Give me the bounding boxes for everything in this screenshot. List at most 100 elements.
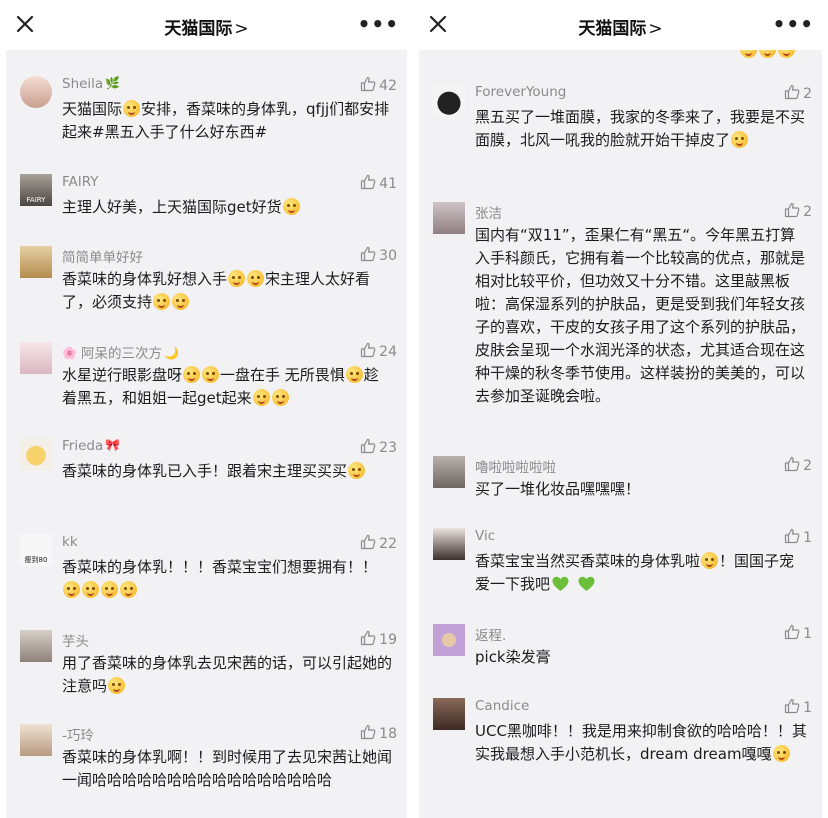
emoji-icon bbox=[120, 581, 137, 598]
left-screenshot: 天猫国际 > ••• Sheila 🌿 42 天猫国际 安排，香菜味的身体乳，qfjj… bbox=[0, 0, 413, 818]
like-count: 2 bbox=[803, 458, 812, 474]
comment-username[interactable]: 🌸 阿呆的三次方 🌙 bbox=[62, 342, 179, 362]
emoji-icon bbox=[82, 581, 99, 598]
avatar[interactable] bbox=[20, 342, 52, 374]
thumbs-up-icon bbox=[784, 456, 800, 472]
like-count: 2 bbox=[803, 204, 812, 220]
nav-bar: 天猫国际 > ••• bbox=[413, 0, 828, 50]
comment-text: pick染发膏 bbox=[475, 648, 551, 666]
chevron-right-icon: > bbox=[648, 19, 663, 39]
green-heart-icon bbox=[578, 576, 595, 591]
thumbs-up-icon bbox=[784, 202, 800, 218]
comment-text: 香菜味的身体乳好想入手 宋主理人太好看了，必须支持 bbox=[62, 270, 371, 311]
like-button[interactable]: 42 bbox=[360, 76, 397, 94]
like-button[interactable]: 24 bbox=[360, 342, 397, 360]
comment-list: ForeverYoung 2 黑五买了一堆面膜，我家的冬季来了，我要是不买面膜，… bbox=[419, 50, 822, 818]
emoji-icon bbox=[740, 50, 757, 58]
comment-username[interactable]: 返程. bbox=[475, 624, 506, 644]
emoji-icon bbox=[772, 745, 790, 762]
comment-text: 香菜味的身体乳已入手！跟着宋主理买买买 bbox=[62, 460, 393, 483]
green-heart-icon bbox=[552, 576, 569, 591]
avatar[interactable] bbox=[433, 456, 465, 488]
like-count: 1 bbox=[803, 626, 812, 642]
comment-username[interactable]: 嚕啦啦啦啦啦 bbox=[475, 456, 556, 476]
flower-icon: 🌸 bbox=[62, 346, 77, 360]
comment-text: 买了一堆化妆品嘿嘿嘿！ bbox=[475, 480, 641, 498]
comment-text: 香菜宝宝当然买香菜味的身体乳啦 ！国国子宠爱一下我吧 bbox=[475, 552, 795, 593]
comment-username[interactable]: 张洁 bbox=[475, 202, 502, 222]
comment-username[interactable]: ForeverYoung bbox=[475, 84, 566, 100]
like-count: 23 bbox=[379, 440, 397, 456]
avatar[interactable]: FAIRY bbox=[20, 174, 52, 206]
emoji-icon bbox=[348, 462, 366, 479]
avatar[interactable] bbox=[20, 630, 52, 662]
avatar[interactable]: 瘦到80 bbox=[20, 534, 52, 566]
emoji-icon bbox=[731, 131, 749, 148]
like-button[interactable]: 18 bbox=[360, 724, 397, 742]
like-button[interactable]: 23 bbox=[360, 438, 397, 456]
emoji-icon bbox=[701, 552, 719, 569]
emoji-icon bbox=[271, 389, 289, 406]
avatar[interactable] bbox=[433, 528, 465, 560]
avatar[interactable] bbox=[433, 84, 465, 116]
like-button[interactable]: 1 bbox=[784, 624, 812, 642]
avatar[interactable] bbox=[20, 724, 52, 756]
thumbs-up-icon bbox=[361, 724, 376, 740]
emoji-row-cut-off bbox=[739, 50, 796, 59]
like-button[interactable]: 19 bbox=[360, 630, 397, 648]
avatar-label: 瘦到80 bbox=[24, 556, 48, 564]
thumbs-up-icon bbox=[361, 76, 376, 92]
like-button[interactable]: 2 bbox=[784, 456, 812, 474]
like-button[interactable]: 30 bbox=[360, 246, 397, 264]
comment-text: 黑五买了一堆面膜，我家的冬季来了，我要是不买面膜，北风一吼我的脸就开始干掉皮了 bbox=[475, 108, 806, 149]
comment-text: 用了香菜味的身体乳去见宋茜的话，可以引起她的注意吗 bbox=[62, 654, 393, 695]
page-title[interactable]: 天猫国际 > bbox=[413, 14, 828, 39]
emoji-icon bbox=[228, 270, 246, 287]
comment-username[interactable]: Frieda 🎀 bbox=[62, 438, 120, 454]
like-count: 19 bbox=[379, 632, 397, 648]
avatar[interactable] bbox=[20, 438, 52, 470]
like-count: 2 bbox=[803, 86, 812, 102]
comment-username[interactable]: 芋头 bbox=[62, 630, 89, 650]
chevron-right-icon: > bbox=[234, 19, 249, 39]
right-screenshot: 天猫国际 > ••• ForeverYoung 2 黑五买了一堆面膜，我家的冬季来… bbox=[413, 0, 828, 818]
avatar[interactable] bbox=[433, 624, 465, 656]
avatar[interactable] bbox=[433, 202, 465, 234]
like-button[interactable]: 1 bbox=[784, 528, 812, 546]
like-count: 24 bbox=[379, 344, 397, 360]
emoji-icon bbox=[172, 293, 190, 310]
avatar[interactable] bbox=[433, 698, 465, 730]
like-button[interactable]: 22 bbox=[360, 534, 397, 552]
comment-username[interactable]: kk bbox=[62, 534, 78, 550]
comment-text: 水星逆行眼影盘呀 一盘在手 无所畏惧 趁着黑五，和姐姐一起get起来 bbox=[62, 366, 379, 407]
thumbs-up-icon bbox=[361, 630, 376, 646]
thumbs-up-icon bbox=[784, 84, 800, 100]
like-count: 42 bbox=[379, 78, 397, 94]
more-options-button[interactable]: ••• bbox=[358, 12, 399, 36]
like-button[interactable]: 2 bbox=[784, 202, 812, 220]
comment-username[interactable]: -巧玲 bbox=[62, 724, 94, 744]
thumbs-up-icon bbox=[784, 528, 800, 544]
emoji-icon bbox=[202, 366, 220, 383]
avatar[interactable] bbox=[20, 246, 52, 278]
comment-username[interactable]: Vic bbox=[475, 528, 495, 544]
emoji-icon bbox=[778, 50, 795, 58]
emoji-icon bbox=[101, 581, 118, 598]
like-button[interactable]: 2 bbox=[784, 84, 812, 102]
emoji-icon bbox=[108, 677, 126, 694]
emoji-icon bbox=[282, 198, 300, 215]
comment-username[interactable]: FAIRY bbox=[62, 174, 99, 190]
emoji-icon bbox=[345, 366, 363, 383]
more-options-button[interactable]: ••• bbox=[773, 12, 814, 36]
avatar[interactable] bbox=[20, 76, 52, 108]
emoji-icon bbox=[759, 50, 776, 58]
comment-username[interactable]: Sheila 🌿 bbox=[62, 76, 120, 92]
like-button[interactable]: 41 bbox=[360, 174, 397, 192]
comment-username[interactable]: 简简单单好好 bbox=[62, 246, 143, 266]
thumbs-up-icon bbox=[361, 438, 376, 454]
avatar-label: FAIRY bbox=[26, 196, 46, 204]
comment-username[interactable]: Candice bbox=[475, 698, 529, 714]
page-title[interactable]: 天猫国际 > bbox=[0, 14, 413, 39]
like-count: 18 bbox=[379, 726, 397, 742]
like-button[interactable]: 1 bbox=[784, 698, 812, 716]
